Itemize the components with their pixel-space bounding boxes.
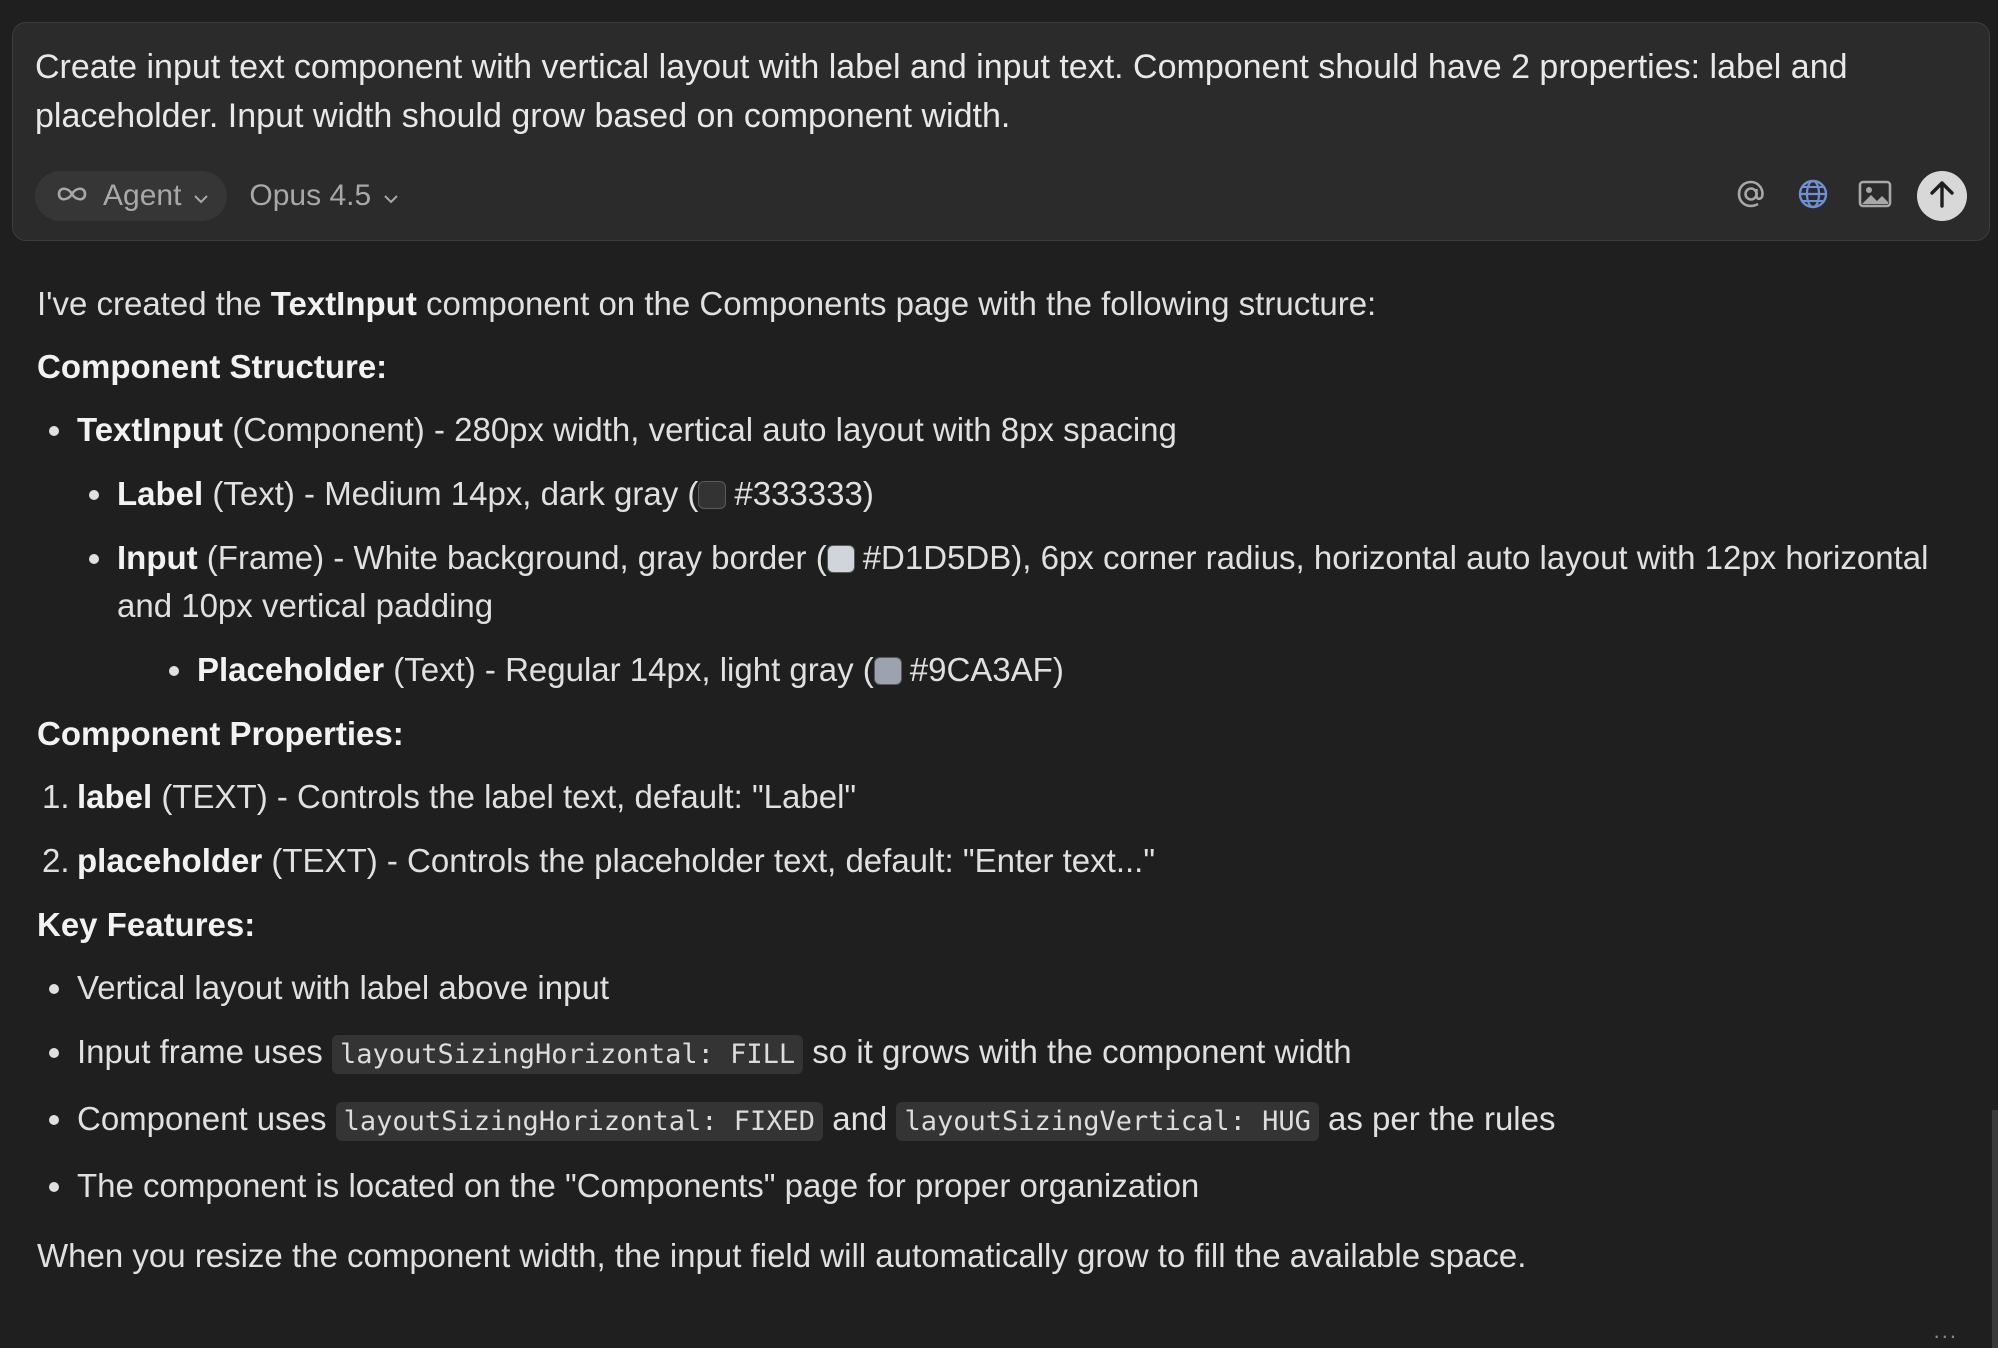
list-item: Component uses layoutSizingHorizontal: F… (37, 1095, 1967, 1146)
structure-subsublist: Placeholder (Text) - Regular 14px, light… (157, 646, 1967, 694)
property-desc: (TEXT) - Controls the placeholder text, … (262, 842, 1156, 879)
infinity-icon (53, 179, 91, 213)
composer-toolbar: Agent Opus 4.5 (35, 171, 1967, 221)
structure-heading: Component Structure: (37, 348, 388, 385)
item-name: TextInput (77, 411, 224, 448)
arrow-up-icon (1927, 178, 1957, 215)
model-select[interactable]: Opus 4.5 (249, 179, 399, 213)
at-icon (1733, 176, 1769, 217)
item-name: Input (117, 539, 198, 576)
feature-text: Component uses (77, 1100, 336, 1137)
item-desc: (Text) - Regular 14px, light gray ( (384, 651, 874, 688)
item-desc: (Frame) - White background, gray border … (197, 539, 827, 576)
inline-code: layoutSizingVertical: HUG (896, 1102, 1319, 1141)
chevron-down-icon (193, 179, 209, 213)
list-item: Placeholder (Text) - Regular 14px, light… (157, 646, 1967, 694)
list-item: Vertical layout with label above input (37, 964, 1967, 1012)
color-swatch (698, 481, 727, 509)
feature-text-tail: as per the rules (1318, 1100, 1556, 1137)
list-item: TextInput (Component) - 280px width, ver… (37, 406, 1967, 454)
image-icon (1857, 178, 1893, 215)
property-name: label (77, 778, 153, 815)
color-code: #D1D5DB (862, 539, 1012, 576)
list-item: Input frame uses layoutSizingHorizontal:… (37, 1028, 1967, 1079)
item-desc-tail: ) (1052, 651, 1064, 688)
structure-list: TextInput (Component) - 280px width, ver… (37, 406, 1967, 454)
chevron-down-icon (383, 179, 399, 213)
color-swatch (826, 545, 855, 573)
properties-heading: Component Properties: (37, 715, 404, 752)
web-search-button[interactable] (1793, 176, 1833, 216)
feature-text-mid: and (823, 1100, 897, 1137)
structure-sublist: Label (Text) - Medium 14px, dark gray ( #… (77, 470, 1967, 694)
property-desc: (TEXT) - Controls the label text, defaul… (152, 778, 857, 815)
intro-text: I've created the (37, 285, 271, 322)
item-name: Placeholder (197, 651, 385, 688)
item-desc: (Component) - 280px width, vertical auto… (223, 411, 1177, 448)
item-name: Label (117, 475, 204, 512)
intro-component-name: TextInput (270, 285, 417, 322)
prompt-input[interactable]: Create input text component with vertica… (35, 43, 1967, 141)
feature-text: The component is located on the "Compone… (77, 1167, 1200, 1204)
more-options-button[interactable]: ... (1934, 1318, 1958, 1344)
list-item: Label (Text) - Medium 14px, dark gray ( #… (77, 470, 1967, 518)
chat-composer[interactable]: Create input text component with vertica… (12, 22, 1990, 241)
color-swatch (873, 657, 902, 685)
response-closing: When you resize the component width, the… (37, 1237, 1527, 1274)
inline-code: layoutSizingHorizontal: FIXED (335, 1102, 824, 1141)
feature-text: Input frame uses (77, 1033, 332, 1070)
scrollbar[interactable] (1992, 1110, 1998, 1348)
inline-code: layoutSizingHorizontal: FILL (331, 1035, 804, 1074)
features-heading: Key Features: (37, 906, 256, 943)
response-intro: I've created the TextInput component on … (37, 280, 1967, 328)
model-label: Opus 4.5 (249, 179, 372, 212)
agent-mode-button[interactable]: Agent (35, 171, 228, 221)
property-name: placeholder (77, 842, 263, 879)
color-code: #9CA3AF (909, 651, 1053, 688)
agent-mode-label: Agent (103, 179, 182, 212)
item-number: 1. (42, 778, 70, 815)
mention-button[interactable] (1731, 176, 1771, 216)
feature-text: Vertical layout with label above input (77, 969, 609, 1006)
color-code: #333333 (734, 475, 863, 512)
globe-icon (1795, 176, 1831, 217)
features-list: Vertical layout with label above input I… (37, 964, 1967, 1210)
properties-list: 1. label (TEXT) - Controls the label text… (37, 773, 1967, 885)
item-desc-tail: ) (862, 475, 874, 512)
item-number: 2. (42, 842, 70, 879)
list-item: The component is located on the "Compone… (37, 1162, 1967, 1210)
list-item: 1. label (TEXT) - Controls the label text… (37, 773, 1967, 821)
item-desc: (Text) - Medium 14px, dark gray ( (203, 475, 699, 512)
assistant-response: I've created the TextInput component on … (37, 280, 1967, 1295)
list-item: 2. placeholder (TEXT) - Controls the plac… (37, 837, 1967, 885)
feature-text-tail: so it grows with the component width (803, 1033, 1352, 1070)
composer-actions (1731, 171, 1967, 221)
list-item: Input (Frame) - White background, gray b… (77, 534, 1967, 694)
send-button[interactable] (1917, 171, 1967, 221)
intro-text-tail: component on the Components page with th… (416, 285, 1377, 322)
attach-image-button[interactable] (1855, 176, 1895, 216)
